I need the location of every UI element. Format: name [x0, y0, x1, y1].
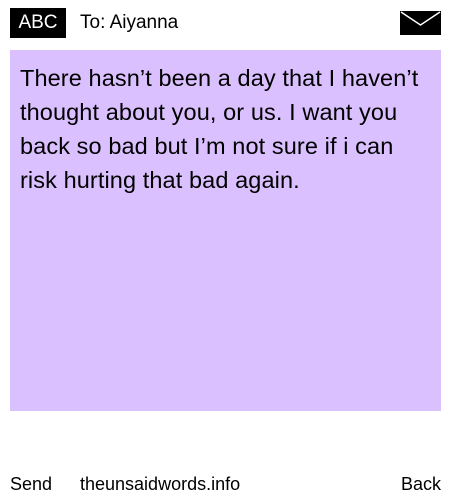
site-link[interactable]: theunsaidwords.info — [80, 472, 240, 496]
message-header: ABC To: Aiyanna — [10, 8, 441, 38]
input-mode-badge: ABC — [10, 8, 66, 38]
back-button[interactable]: Back — [401, 472, 441, 496]
softkey-bar: Send theunsaidwords.info Back — [10, 472, 441, 496]
send-button[interactable]: Send — [10, 472, 52, 496]
message-text: There hasn’t been a day that I haven’t t… — [20, 65, 419, 193]
message-body[interactable]: There hasn’t been a day that I haven’t t… — [10, 50, 441, 411]
envelope-icon — [400, 11, 441, 35]
recipient-label: To: Aiyanna — [80, 12, 179, 33]
